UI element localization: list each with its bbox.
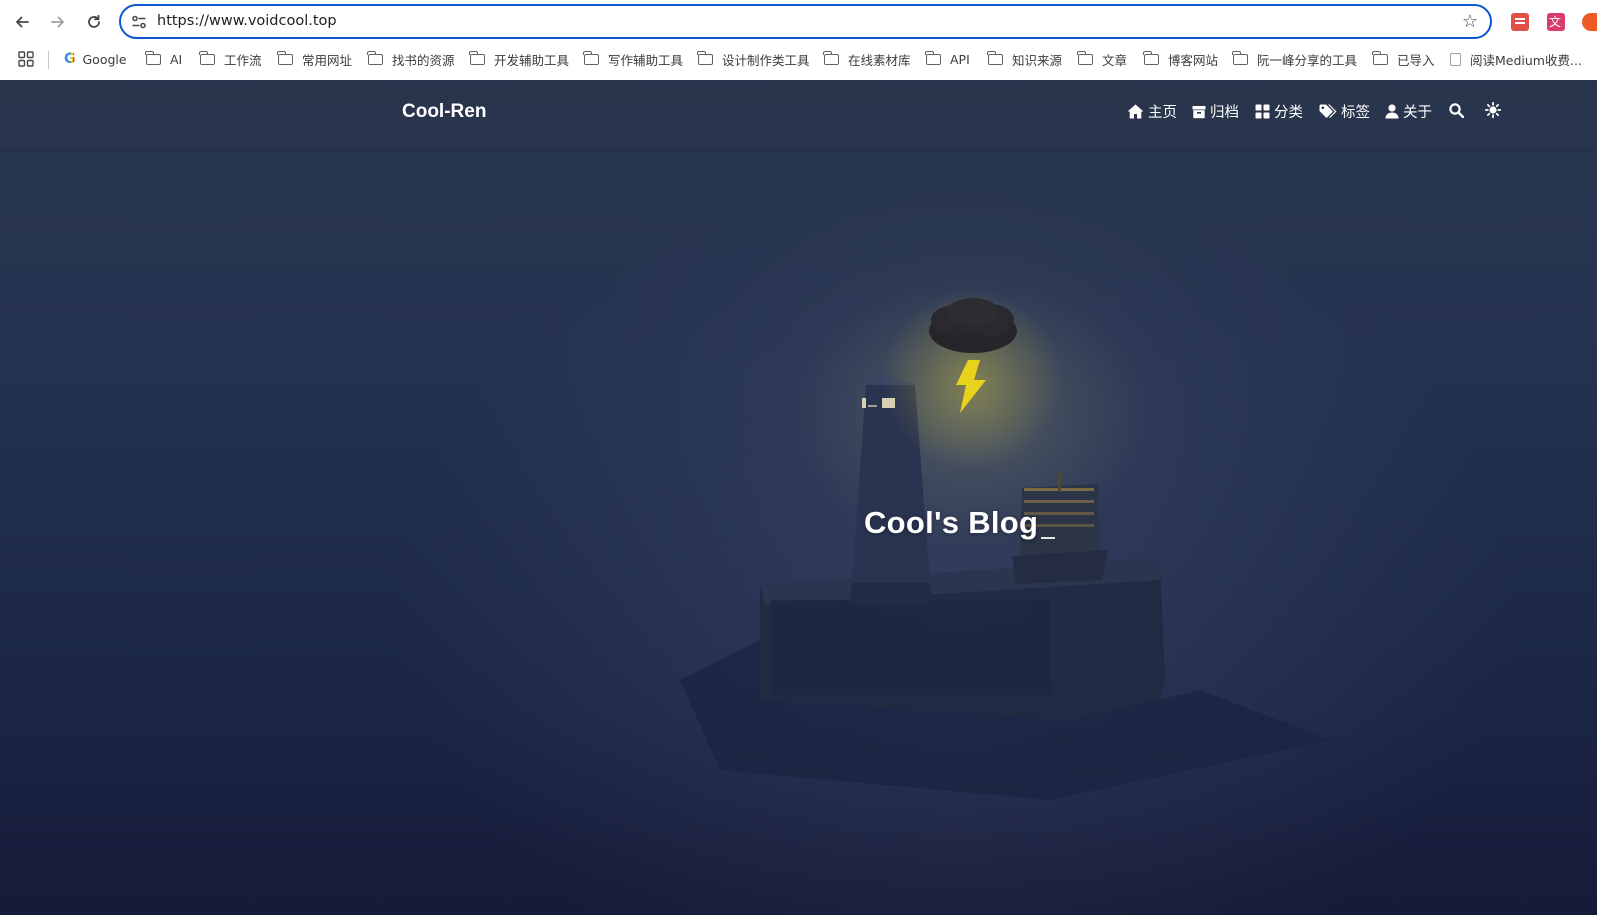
nav-archive[interactable]: 归档 bbox=[1192, 101, 1239, 122]
home-icon bbox=[1127, 104, 1144, 119]
extension-icon[interactable] bbox=[1582, 13, 1597, 31]
nav-label: 归档 bbox=[1210, 105, 1239, 121]
nav-label: 分类 bbox=[1274, 105, 1303, 121]
bookmark-label: 在线素材库 bbox=[848, 52, 911, 68]
bookmark-folder-book-resources[interactable]: 找书的资源 bbox=[367, 48, 455, 70]
nav-tags[interactable]: 标签 bbox=[1319, 101, 1370, 122]
apps-grid-icon[interactable] bbox=[18, 51, 34, 67]
browser-toolbar: https://www.voidcool.top ☆ bbox=[0, 0, 1597, 44]
web-page: Cool-Ren 主页 归档 分类 标签 关于 Cool's Blog bbox=[0, 80, 1597, 915]
categories-icon bbox=[1255, 104, 1270, 119]
bookmark-label: 阅读Medium收费... bbox=[1470, 52, 1582, 68]
folder-icon bbox=[145, 50, 161, 65]
bookmark-folder-workflow[interactable]: 工作流 bbox=[199, 48, 262, 70]
arrow-right-icon bbox=[51, 16, 64, 28]
nav-label: 关于 bbox=[1403, 105, 1432, 121]
url-text[interactable]: https://www.voidcool.top bbox=[157, 13, 337, 29]
bookmark-folder-imported[interactable]: 已导入 bbox=[1372, 48, 1435, 70]
bookmark-folder-writing-tools[interactable]: 写作辅助工具 bbox=[583, 48, 684, 70]
bookmark-label: 工作流 bbox=[224, 52, 262, 68]
back-button[interactable] bbox=[4, 4, 40, 40]
bookmark-folder-knowledge[interactable]: 知识来源 bbox=[987, 48, 1063, 70]
folder-icon bbox=[367, 50, 383, 65]
reload-icon bbox=[88, 14, 100, 28]
island bbox=[680, 558, 1330, 800]
folder-icon bbox=[469, 50, 485, 65]
bookmark-label: AI bbox=[170, 51, 183, 67]
theme-toggle-sun-icon[interactable] bbox=[1485, 102, 1501, 118]
forward-button[interactable] bbox=[40, 4, 76, 40]
bookmark-label: 知识来源 bbox=[1012, 52, 1063, 68]
bookmark-label: 文章 bbox=[1102, 52, 1128, 68]
bookmark-folder-assets[interactable]: 在线素材库 bbox=[823, 48, 911, 70]
bookmark-label: 博客网站 bbox=[1168, 52, 1219, 68]
folder-icon bbox=[583, 50, 599, 65]
bookmark-medium[interactable]: 阅读Medium收费... bbox=[1450, 48, 1582, 70]
bookmark-folder-ai[interactable]: AI bbox=[145, 48, 183, 70]
folder-icon bbox=[987, 50, 1003, 65]
hero-background-illustration bbox=[680, 290, 1330, 800]
folder-icon bbox=[925, 50, 941, 65]
archive-icon bbox=[1192, 105, 1206, 118]
folder-icon bbox=[277, 50, 293, 65]
folder-icon bbox=[199, 50, 215, 65]
site-brand-link[interactable]: Cool-Ren bbox=[402, 101, 486, 123]
extension-translate-icon[interactable] bbox=[1547, 13, 1565, 31]
search-icon[interactable] bbox=[1449, 103, 1464, 118]
nav-label: 主页 bbox=[1148, 105, 1177, 121]
google-icon: G bbox=[64, 51, 76, 67]
extension-notes-icon[interactable] bbox=[1511, 13, 1529, 31]
bookmark-label: 阮一峰分享的工具 bbox=[1257, 52, 1358, 68]
site-settings-icon[interactable] bbox=[131, 14, 147, 30]
reload-button[interactable] bbox=[76, 4, 112, 40]
user-icon bbox=[1385, 104, 1399, 119]
bookmark-label: 写作辅助工具 bbox=[608, 52, 684, 68]
bookmark-folder-dev-tools[interactable]: 开发辅助工具 bbox=[469, 48, 570, 70]
bookmark-label: 常用网址 bbox=[302, 52, 353, 68]
bookmark-folder-ruanyifeng-tools[interactable]: 阮一峰分享的工具 bbox=[1232, 48, 1358, 70]
bookmark-google[interactable]: G Google bbox=[64, 48, 127, 70]
folder-icon bbox=[1143, 50, 1159, 65]
nav-label: 标签 bbox=[1341, 105, 1370, 121]
bookmark-folder-design-tools[interactable]: 设计制作类工具 bbox=[697, 48, 810, 70]
page-icon bbox=[1450, 52, 1461, 66]
nav-categories[interactable]: 分类 bbox=[1255, 101, 1303, 122]
folder-icon bbox=[1372, 50, 1388, 65]
hero-title-text: Cool's Blog bbox=[864, 505, 1039, 540]
bookmark-star-icon[interactable]: ☆ bbox=[1462, 11, 1478, 32]
typing-cursor bbox=[1041, 537, 1056, 539]
bookmarks-divider bbox=[48, 51, 49, 69]
folder-icon bbox=[823, 50, 839, 65]
bookmark-label: 开发辅助工具 bbox=[494, 52, 570, 68]
bookmark-label: 已导入 bbox=[1397, 52, 1435, 68]
nav-home[interactable]: 主页 bbox=[1127, 101, 1177, 122]
folder-icon bbox=[697, 50, 713, 65]
bookmark-folder-api[interactable]: API bbox=[925, 48, 970, 70]
bookmark-label: 找书的资源 bbox=[392, 52, 455, 68]
bookmark-label: Google bbox=[82, 51, 127, 67]
bookmark-label: 设计制作类工具 bbox=[722, 52, 810, 68]
site-header: Cool-Ren 主页 归档 分类 标签 关于 bbox=[0, 80, 1597, 148]
address-bar[interactable]: https://www.voidcool.top ☆ bbox=[119, 4, 1492, 39]
folder-icon bbox=[1232, 50, 1248, 65]
tags-icon bbox=[1319, 104, 1337, 118]
bookmark-folder-articles[interactable]: 文章 bbox=[1077, 48, 1128, 70]
nav-about[interactable]: 关于 bbox=[1385, 101, 1432, 122]
bookmark-folder-blogs[interactable]: 博客网站 bbox=[1143, 48, 1219, 70]
bookmark-folder-common-sites[interactable]: 常用网址 bbox=[277, 48, 353, 70]
hero-title: Cool's Blog bbox=[864, 505, 1056, 541]
bookmark-label: API bbox=[950, 51, 970, 67]
arrow-left-icon bbox=[16, 16, 29, 28]
folder-icon bbox=[1077, 50, 1093, 65]
